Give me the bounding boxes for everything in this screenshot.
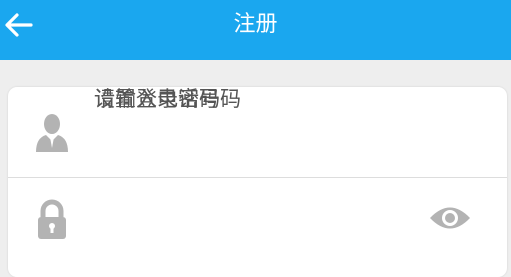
eye-icon xyxy=(430,207,470,229)
lock-icon xyxy=(34,199,70,241)
password-row xyxy=(8,179,507,269)
divider xyxy=(8,177,507,178)
user-icon xyxy=(34,112,70,154)
page-title: 注册 xyxy=(233,12,278,37)
password-input[interactable] xyxy=(94,87,362,111)
register-form-card xyxy=(8,87,507,277)
show-password-toggle[interactable] xyxy=(428,203,472,233)
top-bar: 注册 xyxy=(0,0,511,60)
